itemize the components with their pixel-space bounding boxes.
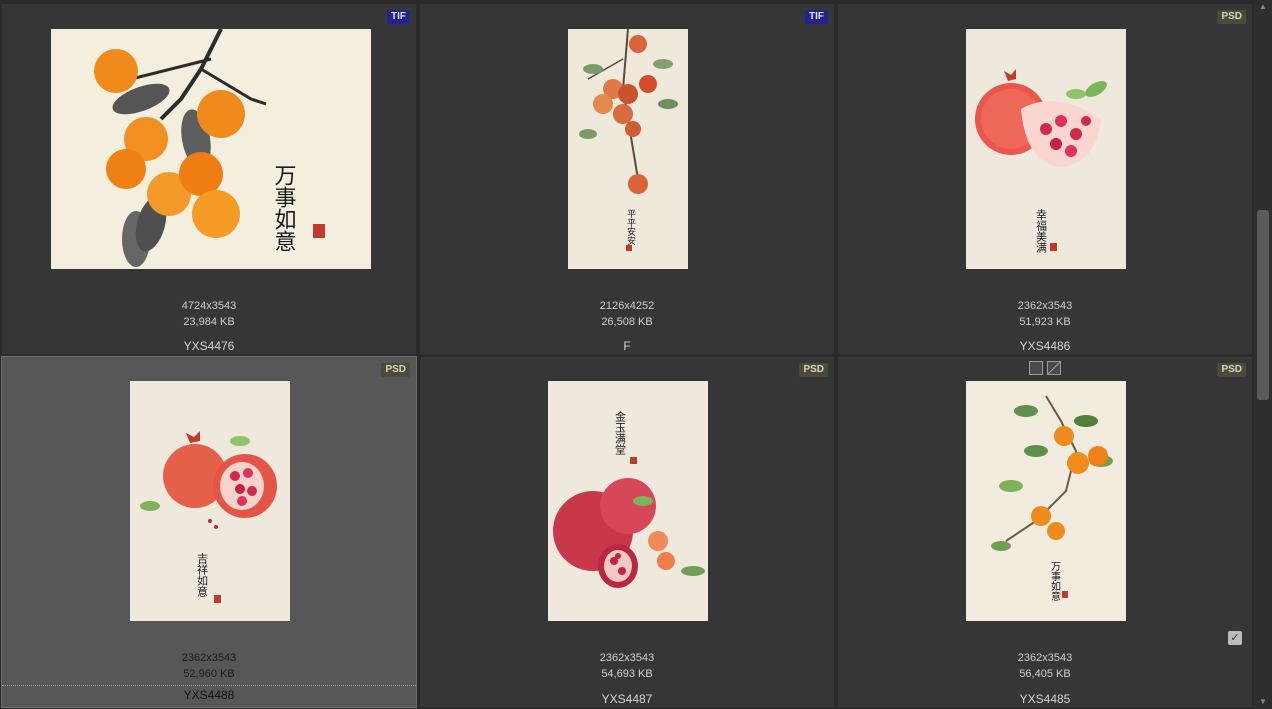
thumbnail-image[interactable]: 吉祥如意	[130, 381, 290, 621]
thumbnail-cell[interactable]: TIF 平平安安 2126x4252 26,508 KB F	[419, 3, 835, 355]
calligraphy-text: 万事如意	[1049, 561, 1061, 601]
apple-painting: 平平安安	[568, 29, 688, 269]
thumbnail-image[interactable]: 金玉满堂	[548, 381, 708, 621]
calligraphy-text: 万事如意	[271, 164, 297, 252]
calligraphy-text: 金玉满堂	[614, 410, 627, 455]
file-type-badge: PSD	[1217, 10, 1246, 24]
calligraphy-text: 幸福美满	[1035, 209, 1048, 253]
edit-status-icons	[1029, 361, 1061, 375]
pomegranate-painting: 金玉满堂	[548, 381, 708, 621]
thumbnail-cell[interactable]: PSD 金玉满堂 2362x3543 54,693 KB YXS4487	[419, 356, 835, 708]
file-size: 26,508 KB	[601, 316, 653, 328]
check-icon[interactable]: ✓	[1228, 631, 1242, 645]
image-dimensions: 2126x4252	[599, 300, 655, 312]
thumbnail-image[interactable]: 万事如意	[51, 29, 371, 269]
thumbnail-cell-selected[interactable]: PSD 吉祥如意 2362x3543 52,960 KB YXS4488	[1, 356, 417, 708]
file-size: 56,405 KB	[1019, 668, 1071, 680]
file-type-badge: TIF	[805, 10, 828, 24]
square-icon	[1029, 361, 1043, 375]
file-name[interactable]: YXS4486	[838, 339, 1252, 353]
image-dimensions: 2362x3543	[181, 652, 237, 664]
calligraphy-text: 吉祥如意	[196, 553, 209, 597]
pomegranate-painting: 幸福美满	[966, 29, 1126, 269]
file-name[interactable]: YXS4476	[2, 339, 416, 353]
file-name[interactable]: YXS4488	[2, 685, 416, 702]
scrollbar-thumb[interactable]	[1257, 210, 1269, 400]
thumbnail-cell[interactable]: TIF 万事如意 4724x3543 23,984 KB YXS4476	[1, 3, 417, 355]
pomegranate-painting: 吉祥如意	[130, 381, 290, 621]
image-dimensions: 2362x3543	[1017, 300, 1073, 312]
file-type-badge: TIF	[387, 10, 410, 24]
thumbnail-cell[interactable]: PSD 万事如意 2362x3543 56,405 KB YXS4485 ✓	[837, 356, 1253, 708]
vertical-scrollbar[interactable]: ▲ ▼	[1254, 0, 1272, 709]
chevron-down-icon[interactable]: ▼	[1257, 697, 1269, 707]
thumbnail-grid: TIF 万事如意 4724x3543 23,984 KB YXS4476 TIF…	[0, 0, 1254, 709]
image-dimensions: 4724x3543	[181, 300, 237, 312]
file-size: 54,693 KB	[601, 668, 653, 680]
thumbnail-image[interactable]: 幸福美满	[966, 29, 1126, 269]
slash-icon	[1047, 361, 1061, 375]
file-name[interactable]: YXS4485	[838, 692, 1252, 706]
thumbnail-image[interactable]: 平平安安	[568, 29, 688, 269]
image-dimensions: 2362x3543	[599, 652, 655, 664]
file-size: 52,960 KB	[183, 668, 235, 680]
image-dimensions: 2362x3543	[1017, 652, 1073, 664]
persimmon-painting: 万事如意	[51, 29, 371, 269]
persimmon-painting: 万事如意	[966, 381, 1126, 621]
thumbnail-cell[interactable]: PSD 幸福美满 2362x3543 51,923 KB YXS4486	[837, 3, 1253, 355]
file-size: 51,923 KB	[1019, 316, 1071, 328]
file-type-badge: PSD	[1217, 363, 1246, 377]
file-type-badge: PSD	[381, 363, 410, 377]
chevron-up-icon[interactable]: ▲	[1257, 2, 1269, 12]
thumbnail-image[interactable]: 万事如意	[966, 381, 1126, 621]
file-name[interactable]: YXS4487	[420, 692, 834, 706]
file-size: 23,984 KB	[183, 316, 235, 328]
file-type-badge: PSD	[799, 363, 828, 377]
file-name[interactable]: F	[420, 339, 834, 353]
calligraphy-text: 平平安安	[625, 209, 636, 246]
